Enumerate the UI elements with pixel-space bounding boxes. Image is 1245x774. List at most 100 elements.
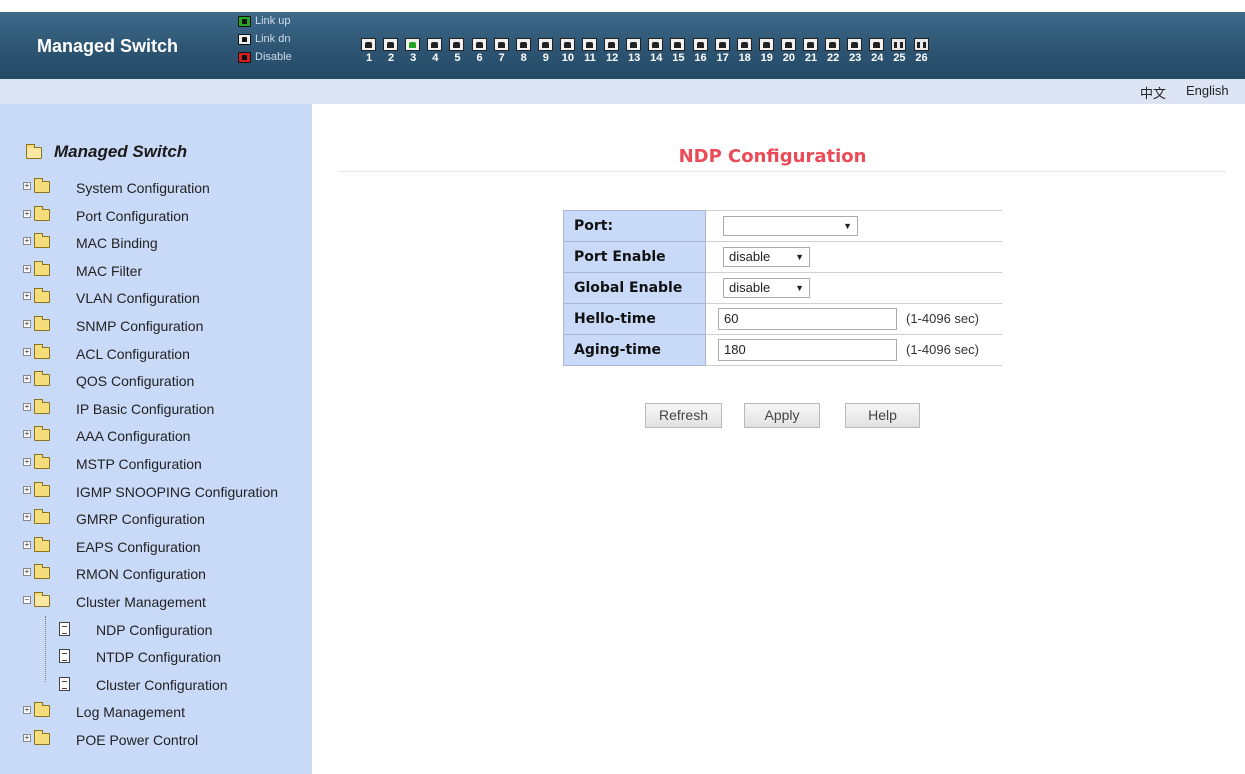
title-divider [340,171,1225,172]
port-14[interactable]: 14 [647,38,665,64]
port-20[interactable]: 20 [780,38,798,64]
global-enable-select[interactable]: disable ▼ [723,278,810,298]
port-24[interactable]: 24 [868,38,886,64]
port-enable-select[interactable]: disable ▼ [723,247,810,267]
port-number: 18 [738,52,751,64]
port-5[interactable]: 5 [448,38,466,64]
refresh-button[interactable]: Refresh [645,403,722,428]
port-7[interactable]: 7 [493,38,511,64]
expand-icon[interactable]: + [23,237,31,246]
ethernet-port-icon [383,38,399,51]
ethernet-port-icon [869,38,885,51]
sidebar-item-label: SNMP Configuration [76,318,204,334]
help-button[interactable]: Help [845,403,920,428]
port-19[interactable]: 19 [758,38,776,64]
folder-icon [34,398,50,414]
port-23[interactable]: 23 [846,38,864,64]
port-4[interactable]: 4 [426,38,444,64]
expand-icon[interactable]: + [23,402,31,411]
fiber-port-icon [891,38,907,51]
port-25[interactable]: 25 [890,38,908,64]
sidebar-item-label: ACL Configuration [76,345,190,362]
ndp-form-table: Port: ▼ Port Enable disable ▼ Global Ena… [563,210,1002,366]
folder-icon [34,371,50,387]
collapse-icon[interactable]: − [23,596,31,604]
expand-icon[interactable]: + [23,706,31,715]
port-26[interactable]: 26 [913,38,931,64]
expand-icon[interactable]: + [23,347,31,356]
expand-icon[interactable]: + [23,320,31,328]
port-15[interactable]: 15 [669,38,687,64]
sidebar-item-label: MSTP Configuration [76,456,202,472]
expand-icon[interactable]: + [23,375,31,384]
port-number: 6 [476,52,483,64]
open-folder-icon [34,592,50,607]
expand-icon[interactable]: + [23,513,31,522]
sidebar-subitem-label: NDP Configuration [96,621,213,638]
ethernet-port-icon [780,38,796,51]
hello-time-input[interactable]: 60 [718,308,897,330]
port-1[interactable]: 1 [360,38,378,64]
port-9[interactable]: 9 [537,38,555,64]
expand-icon[interactable]: + [23,430,31,439]
port-enable-row: Port Enable disable ▼ [563,241,1002,273]
hello-time-row: Hello-time 60 (1-4096 sec) [563,303,1002,335]
aging-time-input[interactable]: 180 [718,339,897,361]
port-22[interactable]: 22 [824,38,842,64]
expand-icon[interactable]: + [23,209,31,218]
port-3[interactable]: 3 [404,38,422,64]
ethernet-port-icon [803,38,818,51]
sidebar-item-label: GMRP Configuration [76,511,205,528]
folder-icon [34,702,50,718]
port-6[interactable]: 6 [471,38,489,64]
legend-disable: Disable [238,48,328,66]
ethernet-port-icon [758,38,774,51]
expand-icon[interactable]: + [23,264,31,273]
page-title: NDP Configuration [678,146,867,167]
sidebar-item-label: POE Power Control [76,732,199,748]
port-10[interactable]: 10 [559,38,577,64]
port-17[interactable]: 17 [714,38,732,64]
apply-button[interactable]: Apply [744,403,820,428]
expand-icon[interactable]: + [23,292,31,301]
port-21[interactable]: 21 [802,38,820,64]
port-number: 19 [760,52,773,64]
expand-icon[interactable]: + [23,734,31,742]
header-bar: Managed Switch Link up Link dn Disable 1… [0,12,1245,79]
port-number: 24 [871,52,884,64]
port-18[interactable]: 18 [736,38,754,64]
ethernet-port-icon [405,38,421,51]
port-16[interactable]: 16 [692,38,710,64]
link-down-icon [238,34,251,45]
ethernet-port-icon [427,38,443,51]
expand-icon[interactable]: + [23,568,31,577]
port-12[interactable]: 12 [603,38,621,64]
expand-icon[interactable]: + [23,485,31,494]
port-2[interactable]: 2 [382,38,400,64]
sidebar-item-label: Log Management [76,704,185,721]
port-11[interactable]: 11 [581,38,599,64]
sidebar-item-label: IGMP SNOOPING Configuration [76,483,279,500]
port-select[interactable]: ▼ [723,216,858,236]
port-number: 25 [893,52,906,64]
port-number: 8 [520,52,527,64]
expand-icon[interactable]: + [23,540,31,549]
expand-icon[interactable]: + [23,182,31,190]
port-13[interactable]: 13 [625,38,643,64]
folder-icon [34,536,50,552]
lang-english-link[interactable]: English [1186,83,1229,98]
port-8[interactable]: 8 [515,38,533,64]
global-enable-label: Global Enable [563,272,706,304]
folder-icon [34,316,50,331]
port-number: 2 [388,52,395,64]
port-number: 12 [605,52,619,64]
language-bar: 中文 English [0,79,1245,104]
port-number: 17 [716,52,729,64]
port-label: Port: [563,210,706,242]
hello-time-range: (1-4096 sec) [906,311,979,326]
expand-icon[interactable]: + [23,458,31,466]
ethernet-port-icon [714,38,730,51]
lang-chinese-link[interactable]: 中文 [1140,83,1166,102]
port-number: 3 [410,52,417,64]
folder-icon [34,260,50,276]
